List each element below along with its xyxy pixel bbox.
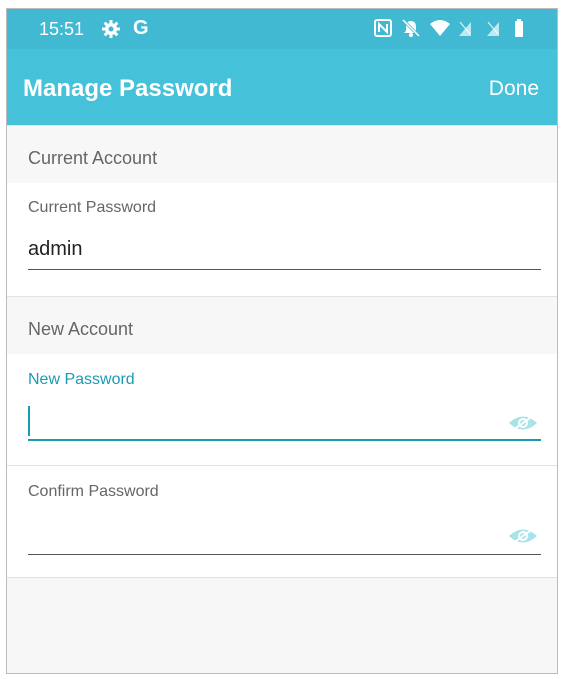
confirm-password-card: Confirm Password	[7, 466, 557, 578]
status-time: 15:51	[39, 19, 85, 39]
done-button[interactable]: Done	[489, 77, 539, 101]
confirm-password-field[interactable]	[28, 514, 498, 548]
status-right-icons	[373, 18, 533, 38]
app-bar: Manage Password Done	[7, 49, 557, 125]
status-bar: 15:51 G	[7, 9, 557, 49]
current-password-underline	[28, 269, 541, 270]
nfc-icon	[373, 18, 393, 38]
status-left-icons: G	[101, 17, 149, 40]
show-confirm-password-eye-icon[interactable]	[507, 525, 539, 547]
signal-1-icon	[457, 18, 477, 38]
text-caret	[28, 406, 30, 436]
new-password-field[interactable]	[28, 402, 498, 436]
current-password-card: Current Password	[7, 183, 557, 296]
current-password-field[interactable]	[28, 232, 540, 266]
confirm-password-underline	[28, 554, 541, 555]
page-title: Manage Password	[23, 75, 233, 102]
gear-icon	[101, 19, 121, 39]
app-frame: 15:51 G Manage Password Done Current Acc…	[6, 8, 558, 674]
battery-icon	[513, 18, 533, 38]
google-icon: G	[133, 17, 149, 39]
divider	[7, 577, 557, 578]
section-title: Current Account	[28, 148, 158, 168]
section-header-new-account: New Account	[7, 296, 557, 354]
new-password-label: New Password	[28, 371, 135, 388]
section-title: New Account	[28, 319, 134, 339]
show-password-eye-icon[interactable]	[507, 412, 539, 434]
wifi-icon	[429, 18, 450, 38]
section-header-current-account: Current Account	[7, 125, 557, 183]
new-password-underline	[28, 439, 541, 441]
current-password-label: Current Password	[28, 199, 157, 216]
new-password-card: New Password	[7, 354, 557, 466]
confirm-password-label: Confirm Password	[28, 483, 159, 500]
bell-off-icon	[401, 18, 421, 38]
signal-2-icon	[485, 18, 505, 38]
